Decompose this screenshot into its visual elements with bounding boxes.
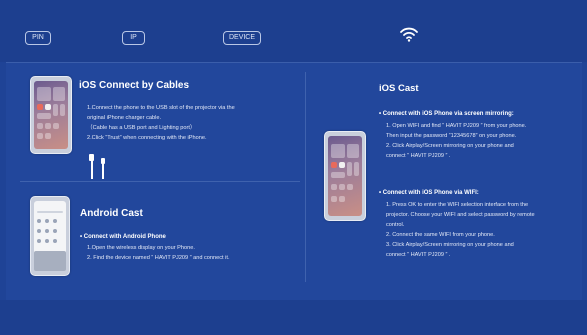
top-bar <box>0 0 587 62</box>
ios-wifi-line-4: 2. Connect the same WIFI from your phone… <box>386 232 495 238</box>
ios-wifi-line-1: 1. Press OK to enter the WIFI selection … <box>386 202 529 208</box>
ios-wifi-line-5: 3. Click Airplay/Screen mirroring on you… <box>386 242 514 248</box>
ios-cables-line-2: original iPhone charger cable. <box>87 115 162 121</box>
ios-cables-line-1: 1.Connect the phone to the USB slot of t… <box>87 105 235 111</box>
android-cast-title: Android Cast <box>80 208 143 219</box>
android-line-2: 2. Find the device named “ HAVIT PJ209 ”… <box>87 255 230 261</box>
android-line-1: 1.Open the wireless display on your Phon… <box>87 245 195 251</box>
ios-mirror-line-4: connect “ HAVIT PJ209 ” . <box>386 153 451 159</box>
ios-cables-line-3: （Cable has a USB port and Lighting port） <box>87 125 196 131</box>
device-label: DEVICE <box>228 34 256 41</box>
ios-wifi-line-6: connect “ HAVIT PJ209 ” . <box>386 252 451 258</box>
pin-label: PIN <box>32 34 44 41</box>
horizontal-divider <box>20 181 300 182</box>
ios-wifi-line-2: projector. Choose your WIFI and select p… <box>386 212 535 218</box>
vertical-divider <box>305 72 306 282</box>
ios-mirror-subtitle: • Connect with iOS Phone via screen mirr… <box>379 111 514 117</box>
ios-wifi-line-3: control. <box>386 222 405 228</box>
pin-button[interactable]: PIN <box>25 31 51 45</box>
iphone-screen-mirroring-image <box>324 131 366 221</box>
ios-mirror-line-2: Then input the password “12345678” on yo… <box>386 133 517 139</box>
bottom-bar <box>0 300 587 335</box>
android-subtitle: • Connect with Android Phone <box>80 234 166 240</box>
ios-cables-line-4: 2.Click “Trust” when connecting with the… <box>87 135 207 141</box>
ios-wifi-subtitle: • Connect with iOS Phone via WIFI: <box>379 190 479 196</box>
iphone-control-center-image <box>30 76 72 154</box>
device-button[interactable]: DEVICE <box>223 31 261 45</box>
wifi-icon[interactable] <box>399 26 419 42</box>
ios-mirror-line-3: 2. Click Airplay/Screen mirroring on you… <box>386 143 514 149</box>
ios-mirror-line-1: 1. Open WIFI and find “ HAVIT PJ209 ” fr… <box>386 123 527 129</box>
ip-button[interactable]: IP <box>122 31 145 45</box>
ip-label: IP <box>130 34 137 41</box>
ios-cast-title: iOS Cast <box>379 83 419 94</box>
android-phone-image <box>30 196 70 276</box>
ios-cables-title: iOS Connect by Cables <box>79 80 190 91</box>
